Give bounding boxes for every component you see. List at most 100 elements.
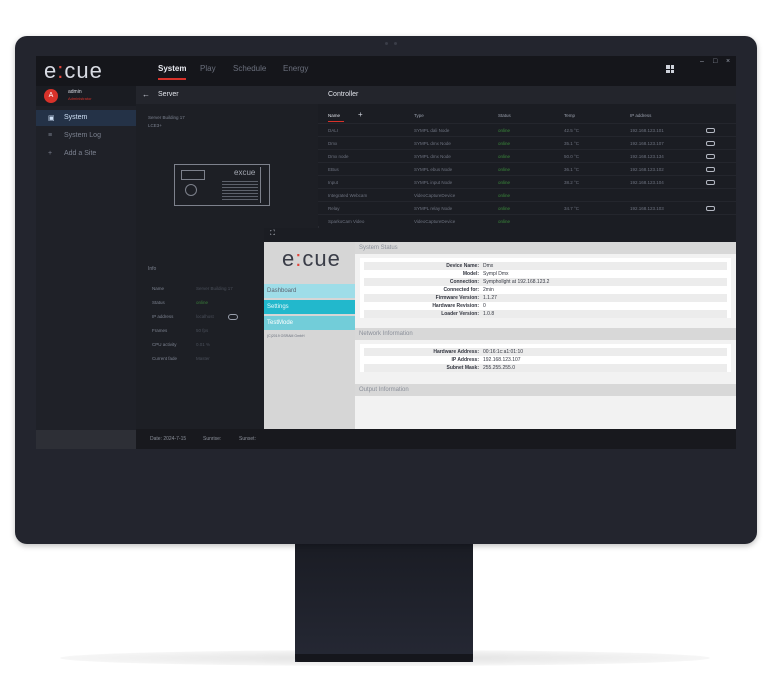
app-screen: e:cue System Play Schedule Energy – □ × …	[36, 56, 736, 449]
info-label: Subnet Mask:	[446, 365, 479, 371]
table-row[interactable]: Dmx SYMPL dmx Node online 35.1 °C 192.168.12…	[318, 136, 736, 150]
sidebar: A admin Administrator ▣ System ≡ System …	[36, 86, 136, 449]
controller-header: Controller	[318, 86, 736, 104]
cell-temp: 36.1 °C	[564, 167, 580, 172]
device-vents	[222, 180, 258, 200]
sidebar-item-label: System Log	[64, 132, 101, 139]
sidebar-item-add-site[interactable]: + Add a Site	[36, 146, 136, 162]
info-value: Server Building 17	[196, 286, 233, 291]
info-label: Connection:	[449, 279, 479, 285]
column-header-type[interactable]: Type	[414, 113, 424, 118]
cell-status: online	[498, 128, 511, 133]
server-model: LCE3+	[148, 123, 162, 128]
sidebar-item-system[interactable]: ▣ System	[36, 110, 136, 126]
tab-schedule[interactable]: Schedule	[233, 64, 266, 73]
top-bar: e:cue System Play Schedule Energy – □ ×	[36, 56, 736, 86]
link-icon[interactable]	[706, 167, 715, 172]
info-row: Connection: Symphollght at 192.168.123.2	[364, 278, 727, 286]
link-icon[interactable]	[706, 128, 715, 133]
cell-type: SYMPL ebus Node	[414, 167, 453, 172]
info-key: Frames	[152, 328, 168, 333]
menu-dashboard[interactable]: Dashboard	[264, 284, 355, 298]
expand-icon[interactable]: ⛶	[270, 230, 275, 238]
column-header-name[interactable]: Name	[328, 113, 340, 118]
plus-icon: +	[48, 150, 53, 157]
column-header-status[interactable]: Status	[498, 113, 511, 118]
minimize-button[interactable]: –	[700, 58, 704, 65]
link-icon[interactable]	[706, 141, 715, 146]
close-button[interactable]: ×	[726, 58, 730, 65]
user-role: Administrator	[68, 96, 92, 101]
table-row[interactable]: SparkoCam Video VideoCaptureDevice online	[318, 214, 736, 228]
info-row: Firmware Version: 1.1.27	[364, 294, 727, 302]
apps-grid-icon[interactable]	[666, 65, 674, 73]
tab-energy[interactable]: Energy	[283, 64, 308, 73]
info-label: Loader Version:	[441, 311, 479, 317]
table-row[interactable]: Dmx node SYMPL dmx Node online 50.0 °C 192.1…	[318, 149, 736, 163]
back-arrow-icon[interactable]: ←	[142, 90, 150, 99]
device-logo: excue	[234, 168, 256, 177]
link-icon[interactable]	[706, 180, 715, 185]
info-value: 0	[483, 303, 486, 309]
active-column-indicator	[328, 121, 344, 122]
user-row[interactable]: A admin Administrator	[36, 86, 136, 106]
info-value: 1.0.8	[483, 311, 495, 317]
bottom-status-bar: Date: 2024-7-15 Sunrise: Sunset:	[136, 429, 736, 449]
status-window-topbar: ⛶	[264, 228, 736, 242]
monitor-stand-base	[295, 654, 473, 662]
table-row[interactable]: Input SYMPL input Node online 38.2 °C 192.16…	[318, 175, 736, 189]
link-icon[interactable]	[228, 314, 238, 320]
cell-temp: 42.5 °C	[564, 128, 580, 133]
info-key: IP address	[152, 314, 174, 319]
monitor-stand	[295, 544, 473, 662]
cell-name: Dmx	[328, 141, 338, 146]
cell-name: EBus	[328, 167, 339, 172]
maximize-button[interactable]: □	[713, 58, 717, 65]
cell-ip: 192.168.123.134	[630, 154, 664, 159]
cell-status: online	[498, 180, 511, 185]
section-network-information: Network Information	[355, 328, 736, 340]
cell-ip: 192.168.123.102	[630, 167, 664, 172]
link-icon[interactable]	[706, 206, 715, 211]
table-row[interactable]: EBus SYMPL ebus Node online 36.1 °C 192.168.…	[318, 162, 736, 176]
cell-ip: 192.168.123.103	[630, 206, 664, 211]
column-header-temp[interactable]: Temp	[564, 113, 575, 118]
table-row[interactable]: DALI SYMPL dali Node online 42.5 °C 192.168.…	[318, 123, 736, 137]
tab-play[interactable]: Play	[200, 64, 216, 73]
tab-system[interactable]: System	[158, 64, 187, 80]
cell-temp: 50.0 °C	[564, 154, 580, 159]
sidebar-item-system-log[interactable]: ≡ System Log	[36, 128, 136, 144]
system-status-box: Device Name: Dmx Model: Sympl Dmx Connection…	[360, 258, 731, 318]
add-controller-icon[interactable]: +	[358, 110, 363, 119]
column-header-ip[interactable]: IP address	[630, 113, 651, 118]
menu-settings[interactable]: Settings	[264, 300, 355, 314]
info-key: CPU activity	[152, 342, 177, 347]
cell-name: SparkoCam Video	[328, 219, 365, 224]
info-value: localhost	[196, 314, 214, 319]
cell-name: Integrated Webcam	[328, 193, 368, 198]
info-key: Current fade	[152, 356, 178, 361]
info-row: Loader Version: 1.0.8	[364, 310, 727, 318]
date-text: Date: 2024-7-15	[150, 436, 187, 442]
avatar[interactable]: A	[44, 89, 58, 103]
server-device-illustration: excue	[174, 164, 270, 206]
info-label: Hardware Revision:	[432, 303, 479, 309]
cell-type: SYMPL input Node	[414, 180, 453, 185]
copyright: (C)2019 OSRAM GmbH	[267, 334, 305, 338]
table-row[interactable]: Relay SYMPL relay Node online 34.7 °C 192.16…	[318, 201, 736, 215]
cell-ip: 192.168.123.107	[630, 141, 664, 146]
info-label: Hardware Address:	[433, 349, 479, 355]
info-row: Model: Sympl Dmx	[364, 270, 727, 278]
link-icon[interactable]	[706, 154, 715, 159]
info-row: Device Name: Dmx	[364, 262, 727, 270]
menu-icon: ≡	[48, 132, 53, 139]
sunset-text: Sunset:	[239, 436, 256, 442]
server-name: Server Building 17	[148, 115, 185, 120]
table-row[interactable]: Integrated Webcam VideoCaptureDevice onlin…	[318, 188, 736, 202]
info-value: 0.01 %	[196, 342, 211, 347]
camera-icon	[385, 42, 407, 46]
info-row: Connected for: 2min	[364, 286, 727, 294]
info-value: 255.255.255.0	[483, 365, 515, 371]
menu-testmode[interactable]: TestMode	[264, 316, 355, 330]
sidebar-item-label: System	[64, 114, 88, 121]
